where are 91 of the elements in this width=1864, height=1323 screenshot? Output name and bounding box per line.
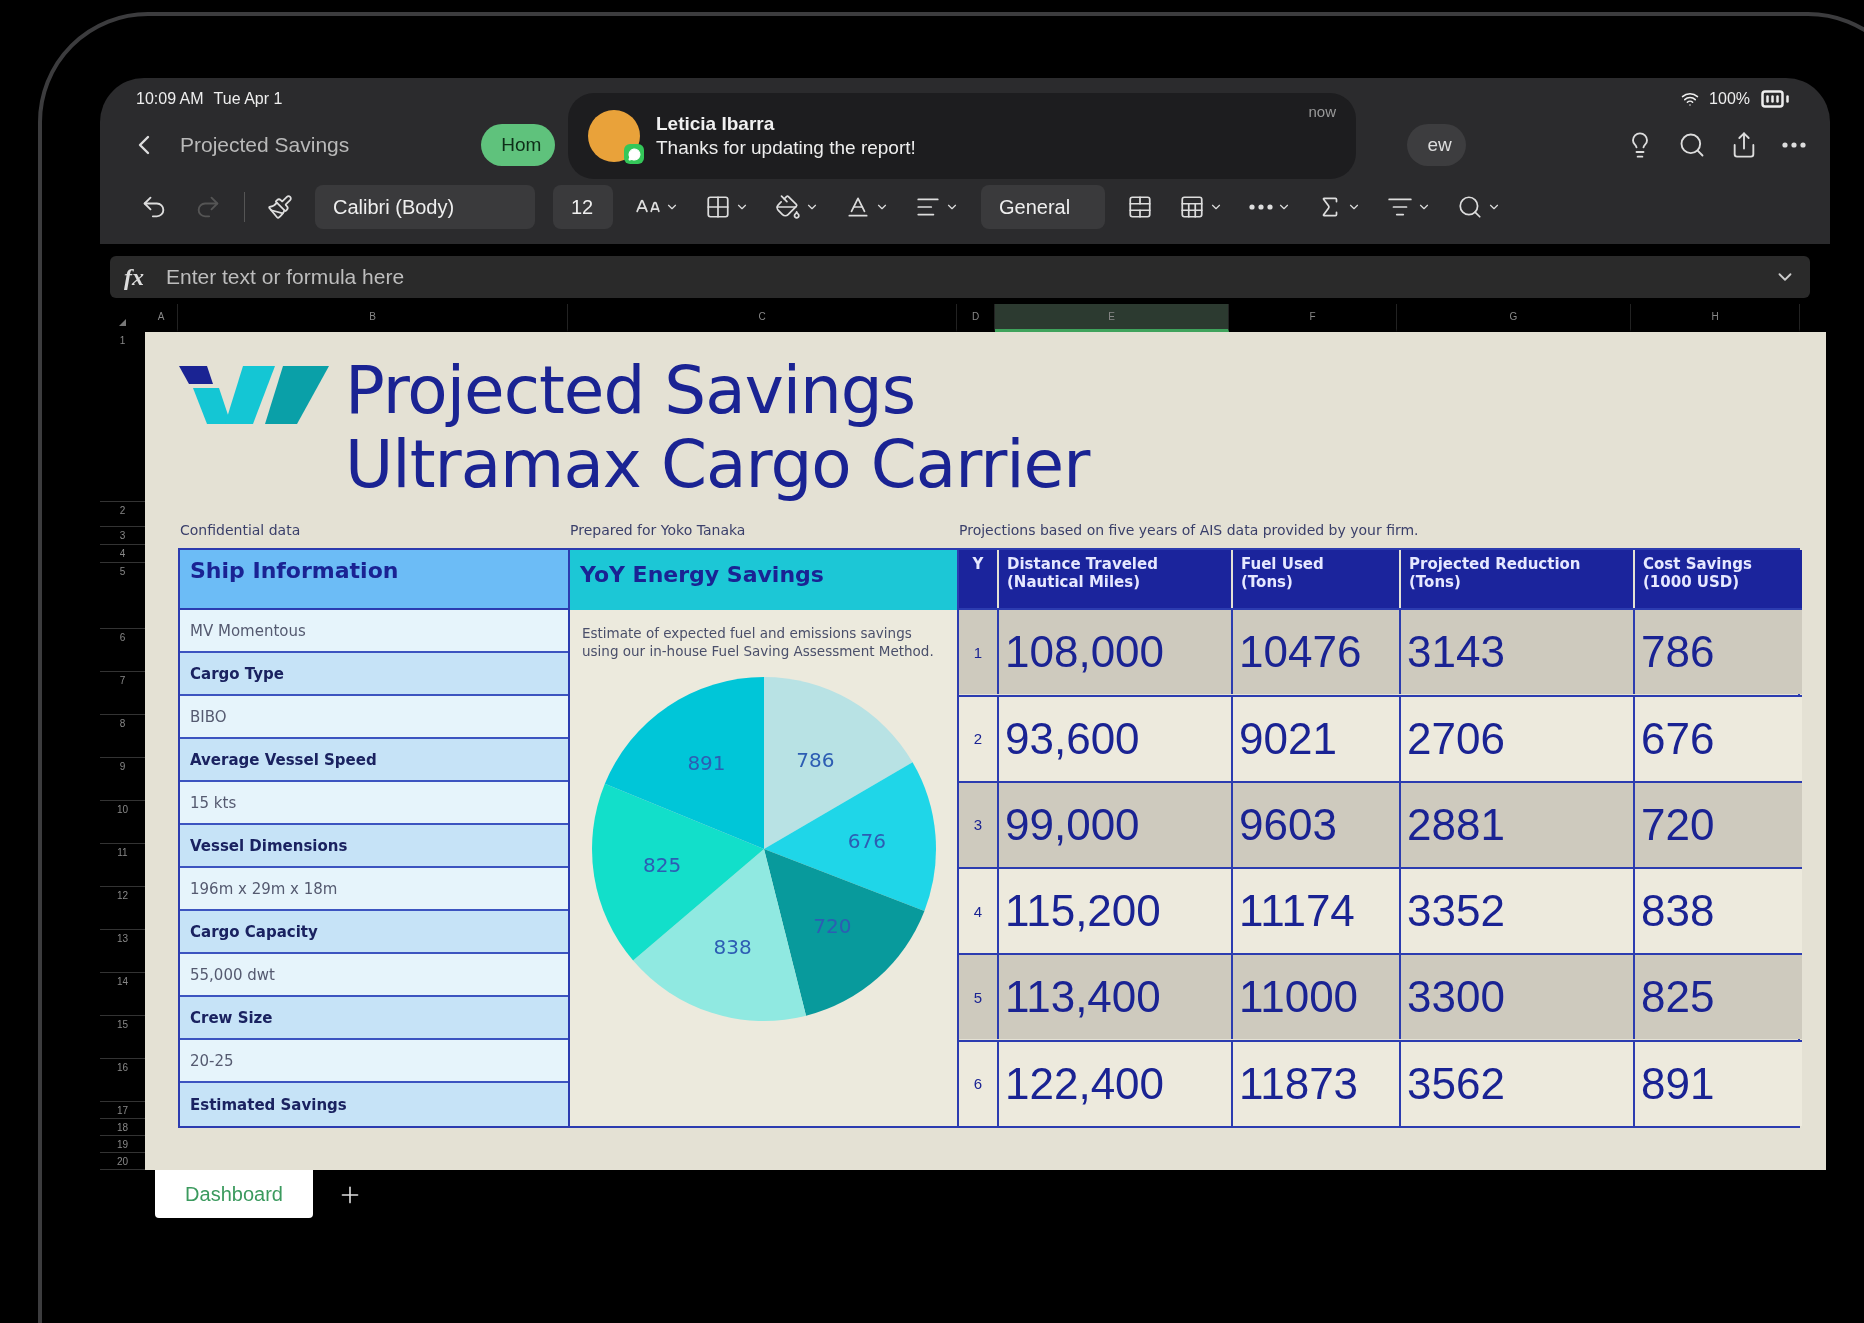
table-cell: 2706 [1399,694,1633,781]
table-cell: 93,600 [997,694,1231,781]
wifi-icon [1681,90,1700,108]
notification-toast[interactable]: Leticia Ibarra Thanks for updating the report! now [568,93,1356,179]
table-cell: 115,200 [997,867,1231,954]
label-cell: Vessel Dimensions [180,825,568,868]
slice-label: 720 [812,914,851,939]
column-heading: Cost Savings (1000 USD) [1633,550,1802,608]
message-badge [624,144,644,164]
label-cell: Average Vessel Speed [180,739,568,782]
label-cell: Estimated Savings [180,1083,568,1126]
value-cell: BIBO [180,696,568,739]
table-cell: 3562 [1399,1039,1633,1126]
status-date: Tue Apr 1 [213,90,283,108]
column-header[interactable]: E [995,304,1229,332]
table-cell: 3352 [1399,867,1633,954]
year-cell: 6 [959,1039,997,1126]
sheet-title: Ultramax Cargo Carrier [345,428,1090,502]
table-cell: 99,000 [997,780,1231,867]
year-cell: 1 [959,608,997,695]
table-cell: 825 [1633,953,1802,1040]
notification-message: Thanks for updating the report! [656,137,917,159]
column-heading: Fuel Used (Tons) [1231,550,1399,608]
more-icon [1782,142,1806,148]
formula-bar[interactable]: fx Enter text or formula here [110,256,1810,298]
chart-description: Estimate of expected fuel and emissions savings using our in-house Fuel Saving Assessment Method. [582,624,935,660]
year-cell: 2 [959,694,997,781]
column-heading: Distance Traveled (Nautical Miles) [997,550,1231,608]
table-cell: 720 [1633,780,1802,867]
notification-time: now [1308,103,1336,120]
section-header: Ship Information [180,550,568,610]
table-format-icon [1179,194,1205,220]
value-cell: 15 kts [180,782,568,825]
column-heading: Y [959,550,997,608]
note-text: Confidential data [179,521,302,540]
sheet-title: Projected Savings [345,354,917,428]
formula-input[interactable]: Enter text or formula here [164,264,1754,290]
notification-sender: Leticia Ibarra [656,113,776,135]
merge-icon [1127,194,1153,220]
fx-label: fx [124,263,144,291]
value-cell: 20-25 [180,1040,568,1083]
fill-color-icon [775,194,801,220]
table-cell: 11873 [1231,1039,1399,1126]
year-cell: 4 [959,867,997,954]
borders-icon [705,194,731,220]
value-cell: 196m x 29m x 18m [180,868,568,911]
label-cell: Crew Size [180,997,568,1040]
table-cell: 838 [1633,867,1802,954]
ribbon-tab[interactable]: ew [1407,124,1466,166]
document-title: Projected Savings [180,133,350,157]
more-icon [1249,204,1273,210]
status-time: 10:09 AM [136,90,204,108]
ribbon-tab[interactable]: Hom [481,124,556,166]
value-cell: MV Momentous [180,610,568,653]
note-text: Projections based on five years of AIS data provided by your firm. [958,521,1420,540]
label-cell: Cargo Capacity [180,911,568,954]
table-cell: 676 [1633,694,1802,781]
font-field[interactable]: Calibri (Body) [315,185,535,229]
table-cell: 891 [1633,1039,1802,1126]
table-cell: 9021 [1231,694,1399,781]
table-cell: 122,400 [997,1039,1231,1126]
year-cell: 3 [959,780,997,867]
search-icon [1678,131,1706,159]
select-all-corner[interactable] [119,319,126,326]
slice-label: 838 [713,935,752,960]
column-heading: Projected Reduction (Tons) [1399,550,1633,608]
sheet-tab[interactable]: Dashboard [155,1170,313,1218]
find-icon [1457,194,1483,220]
value-cell: 55,000 dwt [180,954,568,997]
slice-label: 891 [686,751,726,776]
table-cell: 2881 [1399,780,1633,867]
table-cell: 10476 [1231,608,1399,695]
slice-label: 676 [847,828,886,853]
table-cell: 11000 [1231,953,1399,1040]
table-cell: 786 [1633,608,1802,695]
label-cell: Cargo Type [180,653,568,696]
font-size-field[interactable]: 12 [553,185,613,229]
table-cell: 113,400 [997,953,1231,1040]
paintbrush-icon [267,194,293,220]
table-cell: 3143 [1399,608,1633,695]
battery-percent: 100% [1709,90,1750,108]
section-header: YoY Energy Savings [570,550,957,610]
note-text: Prepared for Yoko Tanaka [569,521,747,540]
table-cell: 9603 [1231,780,1399,867]
table-cell: 108,000 [997,608,1231,695]
table-cell: 3300 [1399,953,1633,1040]
number-format-field[interactable]: General [981,185,1105,229]
slice-label: 786 [795,747,834,772]
slice-label: 825 [642,853,681,878]
table-cell: 11174 [1231,867,1399,954]
year-cell: 5 [959,953,997,1040]
